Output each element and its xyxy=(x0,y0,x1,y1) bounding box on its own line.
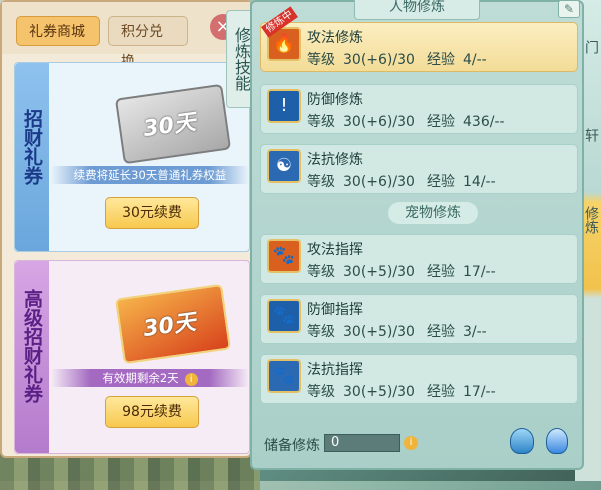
skill-name: 防御修炼 xyxy=(307,92,363,108)
exp-label: 经验 xyxy=(427,174,455,190)
renew-30-button[interactable]: 30元续费 xyxy=(105,197,199,229)
exp-label: 经验 xyxy=(427,384,455,400)
potion-icon[interactable] xyxy=(510,428,534,454)
level-label: 等级 xyxy=(307,324,335,340)
edit-icon[interactable]: ✎ xyxy=(558,0,580,18)
skill-level: 等级 30(+5)/30 xyxy=(307,261,415,281)
skill-name: 攻法指挥 xyxy=(307,242,363,258)
skill-row-defense[interactable]: ! 防御修炼 等级 30(+6)/30 经验 436/-- xyxy=(260,84,578,134)
skill-row-attack-magic[interactable]: 🔥 修炼中 攻法修炼 等级 30(+6)/30 经验 4/-- xyxy=(260,6,578,72)
tab-points-exchange[interactable]: 积分兑换 xyxy=(108,16,188,70)
info-icon[interactable]: i xyxy=(184,373,198,386)
skill-row-pet-resist[interactable]: 🐾 法抗指挥 等级 30(+5)/30 经验 17/-- xyxy=(260,354,578,404)
exp-value: 4/-- xyxy=(463,52,487,68)
level-label: 等级 xyxy=(307,52,335,68)
skill-name: 法抗修炼 xyxy=(307,152,363,168)
card-note: 有效期剩余2天 i xyxy=(51,369,249,387)
skill-row-pet-attack[interactable]: 🐾 攻法指挥 等级 30(+5)/30 经验 17/-- xyxy=(260,234,578,284)
skill-level: 等级 30(+6)/30 xyxy=(307,171,415,191)
bg-text-3: 修炼 xyxy=(583,206,599,234)
level-label: 等级 xyxy=(307,384,335,400)
silver-ticket-icon: 30天 xyxy=(114,83,232,165)
exp-value: 14/-- xyxy=(463,174,496,190)
magic-resist-icon: ☯ xyxy=(267,149,301,183)
pet-defense-icon: 🐾 xyxy=(267,299,301,333)
exp-value: 17/-- xyxy=(463,384,496,400)
tab-coupon-shop[interactable]: 礼券商城 xyxy=(16,16,100,46)
skill-row-pet-defense[interactable]: 🐾 防御指挥 等级 30(+5)/30 经验 3/-- xyxy=(260,294,578,344)
skill-name: 攻法修炼 xyxy=(307,30,363,46)
reserve-value-field: 0 xyxy=(324,434,400,452)
renew-98-button[interactable]: 98元续费 xyxy=(105,396,199,428)
pet-resist-icon: 🐾 xyxy=(267,359,301,393)
bg-text-2: 轩 xyxy=(583,128,599,142)
gold-ticket-icon: 30天 xyxy=(114,283,232,365)
expiry-text: 有效期剩余2天 xyxy=(102,371,179,385)
exp-label: 经验 xyxy=(427,52,455,68)
pet-cultivation-header: 宠物修炼 xyxy=(388,202,478,224)
exp-label: 经验 xyxy=(427,114,455,130)
coupon-shop-panel: 礼券商城 积分兑换 × 招财礼券 30天 续费将延长30天普通礼券权益 30元续… xyxy=(0,0,252,458)
level-value: 30(+5)/30 xyxy=(343,384,415,400)
skill-level: 等级 30(+5)/30 xyxy=(307,381,415,401)
skill-exp: 经验 3/-- xyxy=(427,321,487,341)
level-value: 30(+6)/30 xyxy=(343,114,415,130)
exp-value: 436/-- xyxy=(463,114,505,130)
spirit-flame-icon[interactable] xyxy=(546,428,568,454)
defense-icon: ! xyxy=(267,89,301,123)
card-note: 续费将延长30天普通礼券权益 xyxy=(51,166,249,184)
level-value: 30(+6)/30 xyxy=(343,52,415,68)
skill-name: 法抗指挥 xyxy=(307,362,363,378)
skill-exp: 经验 17/-- xyxy=(427,261,496,281)
skill-exp: 经验 4/-- xyxy=(427,49,487,69)
skill-row-magic-resist[interactable]: ☯ 法抗修炼 等级 30(+6)/30 经验 14/-- xyxy=(260,144,578,194)
card-title: 高级招财礼券 xyxy=(21,289,43,403)
character-cultivation-header: 人物修炼 xyxy=(354,0,480,20)
reserve-label: 储备修炼 xyxy=(264,438,320,454)
bg-text-1: 门 xyxy=(583,40,599,54)
pet-attack-icon: 🐾 xyxy=(267,239,301,273)
level-label: 等级 xyxy=(307,174,335,190)
ticket-label: 30天 xyxy=(141,309,198,343)
level-label: 等级 xyxy=(307,114,335,130)
card-side-banner: 高级招财礼券 xyxy=(15,261,49,453)
exp-label: 经验 xyxy=(427,324,455,340)
exp-label: 经验 xyxy=(427,264,455,280)
card-side-banner: 招财礼券 xyxy=(15,63,49,251)
card-title: 招财礼券 xyxy=(21,109,43,185)
skill-level: 等级 30(+6)/30 xyxy=(307,49,415,69)
skill-level: 等级 30(+5)/30 xyxy=(307,321,415,341)
level-label: 等级 xyxy=(307,264,335,280)
skill-exp: 经验 17/-- xyxy=(427,381,496,401)
info-icon[interactable]: i xyxy=(404,436,418,450)
skill-exp: 经验 14/-- xyxy=(427,171,496,191)
level-value: 30(+6)/30 xyxy=(343,174,415,190)
skill-name: 防御指挥 xyxy=(307,302,363,318)
level-value: 30(+5)/30 xyxy=(343,324,415,340)
skill-level: 等级 30(+6)/30 xyxy=(307,111,415,131)
exp-value: 17/-- xyxy=(463,264,496,280)
exp-value: 3/-- xyxy=(463,324,487,340)
level-value: 30(+5)/30 xyxy=(343,264,415,280)
coupon-card-basic: 招财礼券 30天 续费将延长30天普通礼券权益 30元续费 xyxy=(14,62,250,252)
coupon-card-premium: 高级招财礼券 30天 有效期剩余2天 i 98元续费 xyxy=(14,260,250,454)
ticket-label: 30天 xyxy=(141,109,198,143)
skill-exp: 经验 436/-- xyxy=(427,111,505,131)
